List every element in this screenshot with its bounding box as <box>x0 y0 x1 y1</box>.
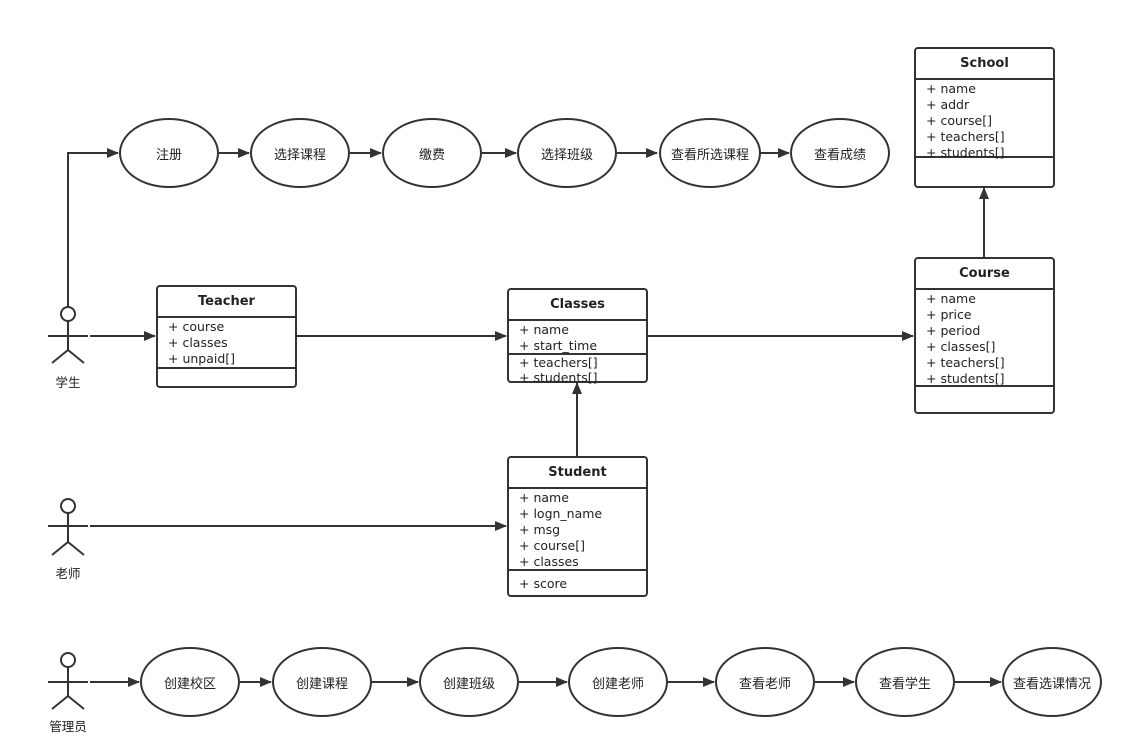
admin-actor-icon <box>48 652 88 710</box>
method: + students[] <box>519 370 598 385</box>
attr: + period <box>926 323 981 338</box>
attr: + name <box>519 322 569 337</box>
attr: + classes <box>168 335 228 350</box>
class-title: Student <box>509 458 646 489</box>
actor-admin-label: 管理员 <box>49 719 87 734</box>
usecase-view-grades: 查看成绩 <box>790 118 890 188</box>
attr: + classes <box>519 554 579 569</box>
attr: + teachers[] <box>926 355 1005 370</box>
attr: + course <box>168 319 225 334</box>
class-title: Teacher <box>158 287 295 318</box>
attr: + name <box>926 291 976 306</box>
attr: + course[] <box>519 538 585 553</box>
usecase-create-campus: 创建校区 <box>140 647 240 717</box>
attr: + msg <box>519 522 561 537</box>
method: + teachers[] <box>519 355 598 370</box>
attr: + start_time <box>519 338 598 353</box>
actor-teacher-label: 老师 <box>55 566 81 581</box>
class-teacher: Teacher + course + classes + unpaid[] <box>156 285 297 388</box>
attr: + name <box>926 81 976 96</box>
usecase-create-teacher: 创建老师 <box>568 647 668 717</box>
class-methods: + score <box>509 571 646 593</box>
usecase-select-course: 选择课程 <box>250 118 350 188</box>
attr: + name <box>519 490 569 505</box>
attr: + teachers[] <box>926 129 1005 144</box>
class-title: Course <box>916 259 1053 290</box>
attr: + course[] <box>926 113 992 128</box>
class-attributes: + course + classes + unpaid[] <box>158 318 295 369</box>
class-attributes: + name + price + period + classes[] + te… <box>916 290 1053 387</box>
class-methods <box>916 387 1053 389</box>
attr: + addr <box>926 97 970 112</box>
class-course: Course + name + price + period + classes… <box>914 257 1055 414</box>
class-methods <box>158 369 295 371</box>
class-attributes: + name + addr + course[] + teachers[] + … <box>916 80 1053 160</box>
usecase-select-class: 选择班级 <box>517 118 617 188</box>
teacher-actor-icon <box>48 498 88 556</box>
usecase-view-courses: 查看所选课程 <box>659 118 761 188</box>
attr: + logn_name <box>519 506 603 521</box>
attr: + unpaid[] <box>168 351 236 366</box>
attr: + classes[] <box>926 339 996 354</box>
student-actor-icon <box>48 306 88 364</box>
actor-student-label: 学生 <box>55 375 81 390</box>
class-student: Student + name + logn_name + msg + cours… <box>507 456 648 597</box>
class-title: School <box>916 49 1053 80</box>
usecase-register: 注册 <box>119 118 219 188</box>
usecase-view-enrollment: 查看选课情况 <box>1002 647 1102 717</box>
usecase-view-students: 查看学生 <box>855 647 955 717</box>
class-methods: + teachers[] + students[] <box>509 355 646 386</box>
usecase-create-course: 创建课程 <box>272 647 372 717</box>
uml-diagram: 学生 老师 管理员 注册 选择课程 缴费 选择班级 查看所选课程 查看成绩 创建… <box>0 0 1134 749</box>
attr: + students[] <box>926 371 1005 386</box>
class-attributes: + name + logn_name + msg + course[] + cl… <box>509 489 646 571</box>
method: + score <box>519 576 568 591</box>
class-attributes: + name + start_time <box>509 321 646 355</box>
usecase-pay: 缴费 <box>382 118 482 188</box>
attr: + price <box>926 307 972 322</box>
class-title: Classes <box>509 290 646 321</box>
class-school: School + name + addr + course[] + teache… <box>914 47 1055 188</box>
usecase-view-teachers: 查看老师 <box>715 647 815 717</box>
usecase-create-class: 创建班级 <box>419 647 519 717</box>
arrow-student-register <box>67 148 119 306</box>
class-classes: Classes + name + start_time + teachers[]… <box>507 288 648 386</box>
